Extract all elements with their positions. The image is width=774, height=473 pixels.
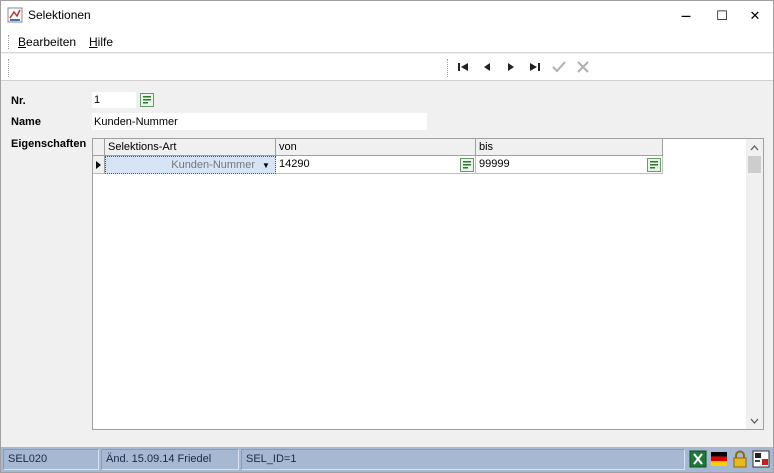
minimize-button[interactable]: —: [668, 1, 704, 31]
menu-hilfe-mnemonic: H: [89, 35, 98, 49]
column-header-bis[interactable]: bis: [476, 139, 663, 156]
german-flag-icon[interactable]: [710, 450, 728, 468]
von-lookup-icon[interactable]: [460, 158, 474, 172]
selektionen-window: Selektionen — ☐ ✕ Bearbeiten Hilfe Nr. 1…: [0, 0, 774, 473]
grid-header-indicator: [93, 139, 105, 156]
status-record-id: SEL_ID=1: [241, 449, 685, 470]
von-value: 14290: [279, 158, 310, 170]
close-button[interactable]: ✕: [737, 1, 773, 31]
menu-bearbeiten-label: earbeiten: [26, 35, 77, 49]
name-field[interactable]: Kunden-Nummer: [92, 113, 427, 130]
last-record-icon: [530, 63, 540, 71]
eigenschaften-grid: Selektions-Art von bis Kunden-Nummer ▼ 1…: [92, 138, 764, 430]
menu-bearbeiten-mnemonic: B: [18, 35, 27, 49]
table-row[interactable]: Kunden-Nummer ▼ 14290 99999: [93, 156, 663, 174]
bis-lookup-icon[interactable]: [647, 158, 661, 172]
next-record-button[interactable]: [502, 59, 520, 75]
column-header-selektions-art[interactable]: Selektions-Art: [105, 139, 276, 156]
grid-vertical-scrollbar[interactable]: [746, 139, 763, 429]
menu-hilfe[interactable]: Hilfe: [89, 35, 113, 49]
maximize-button[interactable]: ☐: [704, 1, 740, 31]
last-record-button[interactable]: [526, 59, 544, 75]
current-row-arrow-icon: [96, 161, 101, 169]
nr-lookup-icon[interactable]: [140, 93, 154, 107]
excel-icon[interactable]: [689, 450, 707, 468]
window-title: Selektionen: [28, 8, 91, 22]
scrollbar-thumb[interactable]: [748, 156, 761, 173]
name-label: Name: [11, 116, 41, 128]
selektions-art-combo[interactable]: Kunden-Nummer ▼: [105, 156, 276, 174]
cancel-x-icon: [577, 61, 589, 73]
status-changed-info: Änd. 15.09.14 Friedel: [101, 449, 239, 470]
menu-grip: [8, 35, 10, 49]
grid-header: Selektions-Art von bis: [93, 139, 663, 156]
nr-label: Nr.: [11, 95, 26, 107]
eigenschaften-label: Eigenschaften: [11, 138, 87, 150]
lock-icon[interactable]: [731, 450, 749, 468]
confirm-check-icon: [552, 61, 566, 73]
title-bar: Selektionen — ☐ ✕: [1, 1, 773, 31]
scroll-down-icon[interactable]: [746, 412, 763, 429]
toolbar-grip-left: [8, 59, 9, 77]
print-icon[interactable]: [752, 450, 770, 468]
bis-cell[interactable]: 99999: [476, 156, 663, 174]
nr-field[interactable]: 1: [92, 92, 136, 108]
column-header-von[interactable]: von: [276, 139, 476, 156]
previous-record-button[interactable]: [478, 59, 496, 75]
first-record-button[interactable]: [454, 59, 472, 75]
von-cell[interactable]: 14290: [276, 156, 476, 174]
cancel-button[interactable]: [574, 59, 592, 75]
chevron-down-icon[interactable]: ▼: [259, 160, 273, 171]
bis-value: 99999: [479, 158, 510, 170]
row-indicator[interactable]: [93, 156, 105, 174]
menu-bearbeiten[interactable]: Bearbeiten: [18, 35, 76, 49]
toolbar-grip-nav: [447, 59, 448, 77]
toolbar: [1, 54, 773, 81]
status-bar: SEL020 Änd. 15.09.14 Friedel SEL_ID=1: [1, 447, 773, 472]
status-form-code: SEL020: [3, 449, 99, 470]
scroll-up-icon[interactable]: [746, 139, 763, 156]
selektions-art-value: Kunden-Nummer: [171, 159, 255, 171]
minimize-icon: —: [681, 10, 691, 22]
app-icon: [7, 7, 23, 23]
close-icon: ✕: [749, 8, 761, 24]
menu-bar: Bearbeiten Hilfe: [1, 31, 773, 53]
previous-record-icon: [484, 63, 490, 71]
first-record-icon: [458, 63, 468, 71]
confirm-button[interactable]: [550, 59, 568, 75]
next-record-icon: [508, 63, 514, 71]
menu-hilfe-label: ilfe: [97, 35, 114, 49]
maximize-icon: ☐: [716, 8, 728, 24]
